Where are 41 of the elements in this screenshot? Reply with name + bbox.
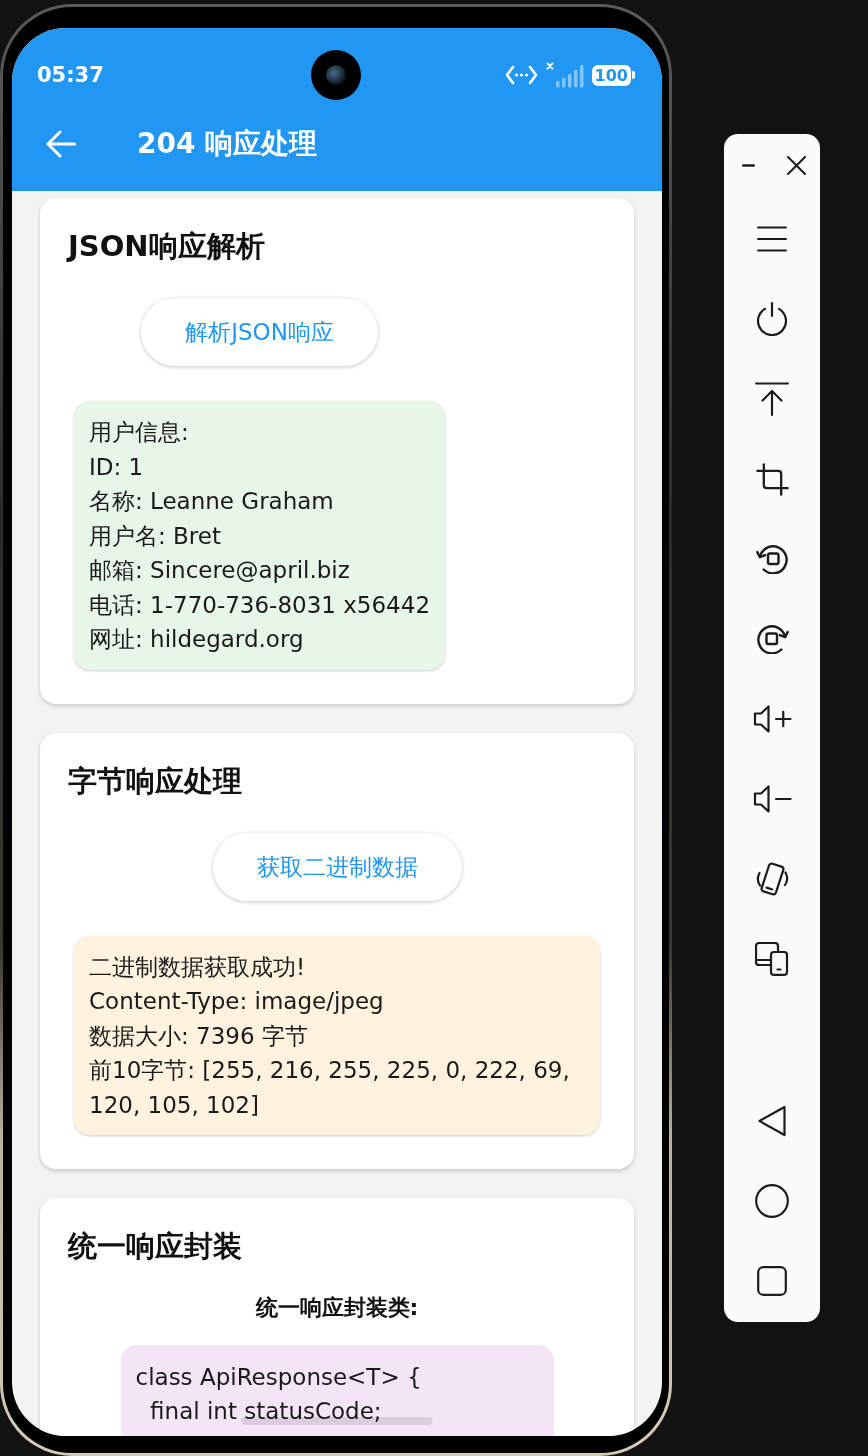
result-line: 网址: hildegard.org <box>89 625 304 654</box>
result-line: 名称: Leanne Graham <box>89 487 334 516</box>
result-line: 二进制数据获取成功! <box>89 952 306 982</box>
code-line: class ApiResponse<T> { <box>135 1366 422 1388</box>
camera-icon <box>311 50 361 100</box>
vibrating-phone-icon <box>754 860 790 898</box>
result-line: 用户名: Bret <box>89 521 221 551</box>
arrow-up-to-line-icon <box>755 382 789 416</box>
back-arrow-icon <box>46 130 76 158</box>
volume-down-icon <box>752 784 792 814</box>
result-line: 数据大小: 7396 字节 <box>89 1021 308 1051</box>
status-time: 05:37 <box>37 62 104 89</box>
result-line: 电话: 1-770-736-8031 x56442 <box>89 590 430 620</box>
minimize-icon <box>741 163 755 167</box>
result-line: 前10字节: [255, 216, 255, 225, 0, 222, 69, 120, 105, 102] <box>89 1056 571 1120</box>
result-line: 用户信息: <box>89 418 189 447</box>
section-subtitle: 统一响应封装类: <box>255 1294 419 1322</box>
menu-icon <box>757 226 787 252</box>
result-line: 邮箱: Sincere@april.biz <box>89 556 350 585</box>
code-line: final int statusCode; <box>149 1400 382 1422</box>
close-icon <box>786 155 806 175</box>
circle-icon <box>755 1184 789 1218</box>
rotate-right-icon <box>755 624 789 654</box>
battery-indicator: 100 <box>591 64 635 86</box>
card-title: 统一响应封装 <box>68 1228 242 1265</box>
crop-icon <box>755 462 789 496</box>
card-title: JSON响应解析 <box>68 228 265 265</box>
page-title: 204 响应处理 <box>137 126 318 162</box>
square-icon <box>757 1266 787 1296</box>
devices-icon <box>755 942 789 976</box>
result-line: ID: 1 <box>89 452 144 482</box>
data-transfer-icon <box>504 65 538 85</box>
result-line: Content-Type: image/jpeg <box>89 987 384 1016</box>
volume-up-icon <box>752 704 792 734</box>
power-icon <box>757 302 787 336</box>
card-title: 字节响应处理 <box>68 762 242 800</box>
signal-icon <box>545 62 584 88</box>
triangle-left-icon <box>757 1105 787 1137</box>
action-button[interactable]: 获取二进制数据 <box>212 832 462 901</box>
action-button[interactable]: 解析JSON响应 <box>141 298 378 366</box>
rotate-left-icon <box>755 544 789 574</box>
